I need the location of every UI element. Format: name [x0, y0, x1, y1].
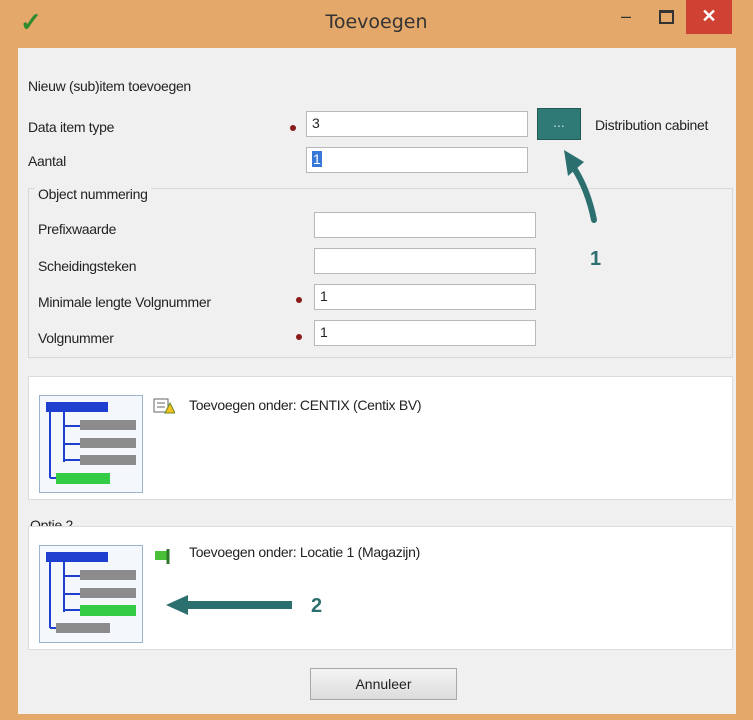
- scheidingsteken-input[interactable]: [314, 248, 536, 274]
- option2-text: Toevoegen onder: Locatie 1 (Magazijn): [189, 544, 420, 560]
- volgnummer-label: Volgnummer: [38, 330, 114, 346]
- option1-text: Toevoegen onder: CENTIX (Centix BV): [189, 397, 422, 413]
- volgnummer-input[interactable]: 1: [314, 320, 536, 346]
- minimize-button[interactable]: –: [606, 0, 646, 34]
- scheidingsteken-label: Scheidingsteken: [38, 258, 137, 274]
- annotation-arrow-up-icon: [564, 150, 597, 223]
- object-nummering-title: Object nummering: [35, 186, 151, 202]
- add-item-icon: [153, 397, 176, 418]
- minimale-lengte-label: Minimale lengte Volgnummer: [38, 294, 211, 310]
- tree-hierarchy-icon: [39, 545, 143, 643]
- required-marker: [296, 334, 302, 340]
- prefixwaarde-input[interactable]: [314, 212, 536, 238]
- cancel-button[interactable]: Annuleer: [310, 668, 457, 700]
- minimale-lengte-input[interactable]: 1: [314, 284, 536, 310]
- title-bar[interactable]: ✓ Toevoegen – ✕: [0, 0, 753, 44]
- aantal-input[interactable]: 1: [306, 147, 528, 173]
- aantal-label: Aantal: [28, 153, 66, 169]
- maximize-icon: [658, 10, 674, 24]
- prefixwaarde-label: Prefixwaarde: [38, 221, 117, 237]
- section-title: Nieuw (sub)item toevoegen: [28, 78, 191, 94]
- data-item-type-name: Distribution cabinet: [595, 117, 709, 133]
- annotation-number-2: 2: [311, 595, 323, 617]
- close-button[interactable]: ✕: [686, 0, 732, 34]
- browse-button[interactable]: ...: [537, 108, 581, 140]
- aantal-value: 1: [312, 151, 322, 167]
- dialog-client-area: Nieuw (sub)item toevoegen Data item type…: [18, 48, 736, 714]
- annotation-arrow-left-icon: [166, 595, 292, 615]
- dialog-window: ✓ Toevoegen – ✕ Nieuw (sub)item toevoege…: [0, 0, 753, 720]
- data-item-type-input[interactable]: 3: [306, 111, 528, 137]
- location-flag-icon: [153, 547, 173, 568]
- tree-hierarchy-icon: [39, 395, 143, 493]
- maximize-button[interactable]: [646, 0, 686, 34]
- option1-panel[interactable]: Toevoegen onder: CENTIX (Centix BV): [28, 376, 733, 500]
- data-item-type-label: Data item type: [28, 119, 115, 135]
- annotation-number-1: 1: [590, 248, 602, 270]
- required-marker: [290, 125, 296, 131]
- option2-panel[interactable]: Toevoegen onder: Locatie 1 (Magazijn) 2: [28, 526, 733, 650]
- required-marker: [296, 297, 302, 303]
